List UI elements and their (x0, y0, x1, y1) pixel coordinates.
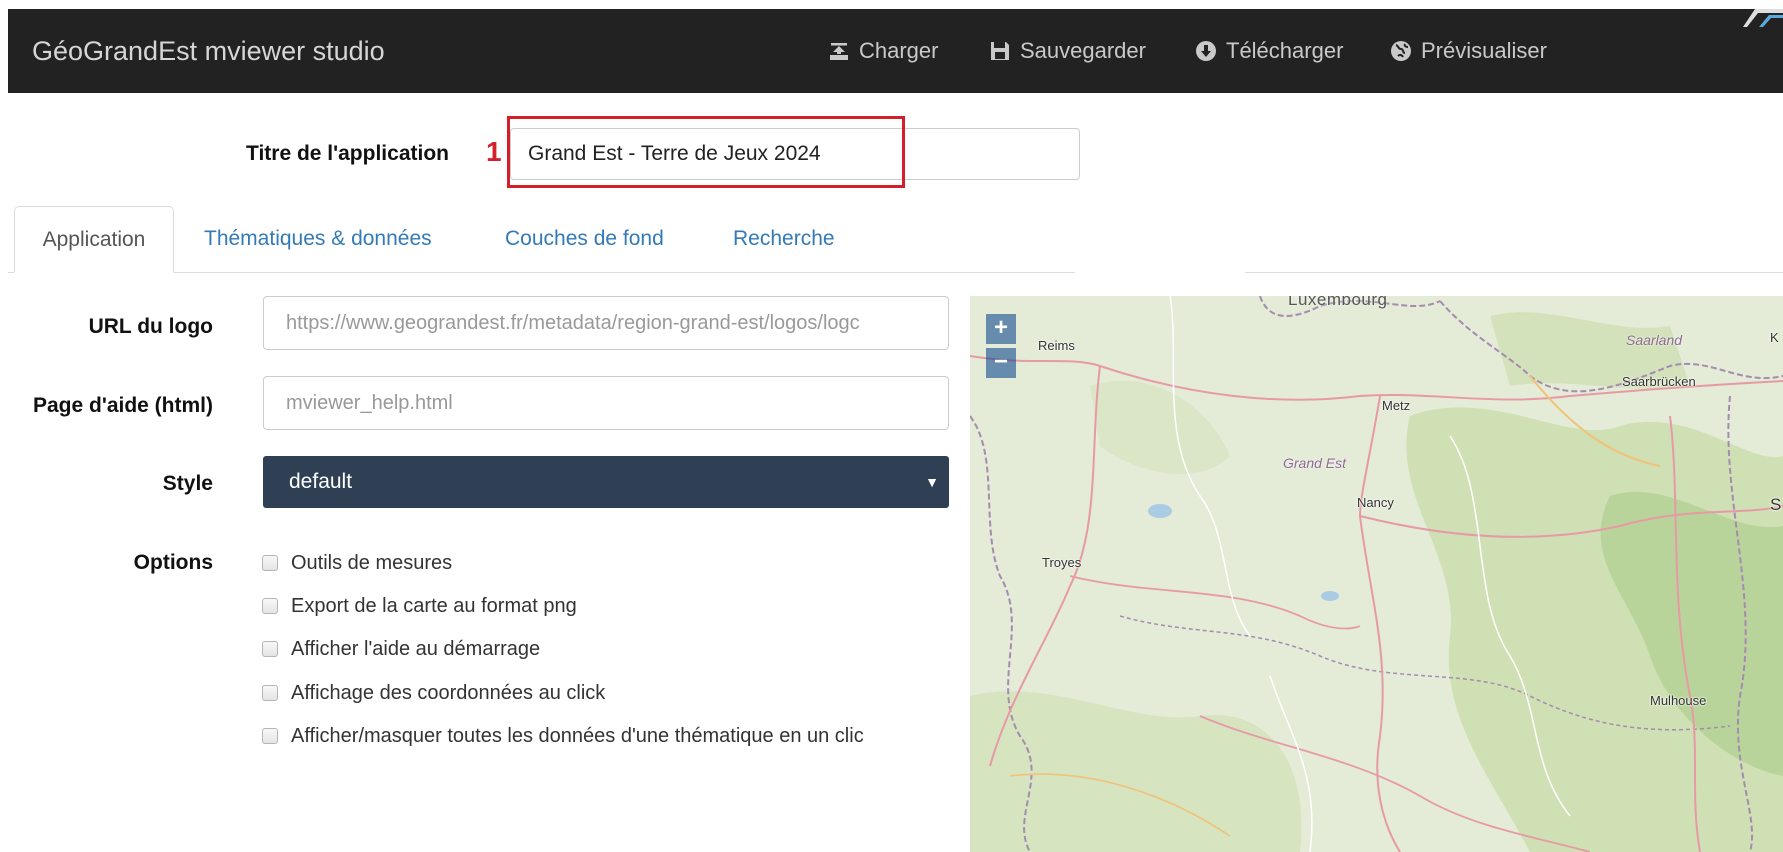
checkbox[interactable] (262, 728, 278, 744)
option-label: Afficher/masquer toutes les données d'un… (291, 724, 864, 747)
checkbox[interactable] (262, 685, 278, 701)
download-circle-icon (1196, 41, 1216, 61)
logo-url-input[interactable] (263, 296, 949, 350)
tab-thematiques[interactable]: Thématiques & données (204, 206, 432, 272)
option-help-on-start[interactable]: Afficher l'aide au démarrage (262, 634, 540, 664)
floppy-disk-icon (991, 42, 1009, 60)
map-label-region: Saarland (1626, 332, 1683, 348)
option-measure-tools[interactable]: Outils de mesures (262, 548, 452, 578)
preview-label: Prévisualiser (1421, 38, 1547, 63)
zoom-out-button[interactable]: − (986, 348, 1016, 378)
app-brand[interactable]: GéoGrandEst mviewer studio (32, 9, 385, 93)
map-label-city: Mulhouse (1650, 693, 1707, 708)
map-label-country: Luxembourg (1288, 296, 1388, 309)
option-label: Export de la carte au format png (291, 594, 577, 617)
map-label-city: K (1770, 330, 1779, 345)
logo-url-label: URL du logo (88, 315, 213, 338)
caret-down-icon: ▼ (925, 474, 939, 490)
options-label: Options (133, 551, 213, 574)
map-preview[interactable]: + − Luxembourg Saarland Grand Est Reims … (970, 296, 1783, 852)
map-label-city: Reims (1038, 338, 1075, 353)
save-label: Sauvegarder (1020, 38, 1146, 63)
help-page-label: Page d'aide (html) (32, 394, 213, 417)
option-export-png[interactable]: Export de la carte au format png (262, 591, 577, 621)
zoom-in-button[interactable]: + (986, 314, 1016, 344)
help-page-input[interactable] (263, 376, 949, 430)
globe-icon (1391, 41, 1411, 61)
map-label-region: Grand Est (1283, 455, 1347, 471)
upload-tray-icon (830, 43, 848, 60)
preview-button[interactable]: Prévisualiser (1390, 9, 1547, 93)
decorative-stripe (1743, 9, 1783, 27)
map-label-city: Metz (1382, 398, 1411, 413)
tab-couches-de-fond[interactable]: Couches de fond (505, 206, 664, 272)
map-label-city: Troyes (1042, 555, 1082, 570)
map-label-city: Saarbrücken (1622, 374, 1696, 389)
style-selected-value: default (289, 470, 353, 493)
checkbox[interactable] (262, 555, 278, 571)
checkbox[interactable] (262, 598, 278, 614)
download-label: Télécharger (1226, 38, 1344, 63)
map-label-city: S (1770, 495, 1782, 514)
top-navbar: GéoGrandEst mviewer studio Charger Sauve… (8, 9, 1783, 93)
option-toggle-theme-data[interactable]: Afficher/masquer toutes les données d'un… (262, 721, 864, 751)
option-label: Outils de mesures (291, 551, 453, 574)
checkbox[interactable] (262, 641, 278, 657)
app-title-input[interactable] (510, 128, 1080, 180)
load-button[interactable]: Charger (828, 9, 938, 93)
option-label: Afficher l'aide au démarrage (291, 637, 541, 660)
annotation-marker: 1 (486, 136, 502, 167)
tab-recherche[interactable]: Recherche (733, 206, 835, 272)
option-label: Affichage des coordonnées au click (291, 681, 606, 704)
style-select[interactable]: default ▼ (263, 456, 949, 508)
save-button[interactable]: Sauvegarder (989, 9, 1146, 93)
download-button[interactable]: Télécharger (1195, 9, 1343, 93)
tabs-divider-gap (1075, 260, 1245, 280)
app-title-label: Titre de l'application (246, 142, 449, 165)
map-label-city: Nancy (1357, 495, 1394, 510)
option-coordinates-click[interactable]: Affichage des coordonnées au click (262, 678, 605, 708)
tab-application[interactable]: Application (14, 206, 174, 273)
load-label: Charger (859, 38, 939, 63)
style-label: Style (162, 472, 213, 495)
tabs-divider (8, 272, 1783, 273)
